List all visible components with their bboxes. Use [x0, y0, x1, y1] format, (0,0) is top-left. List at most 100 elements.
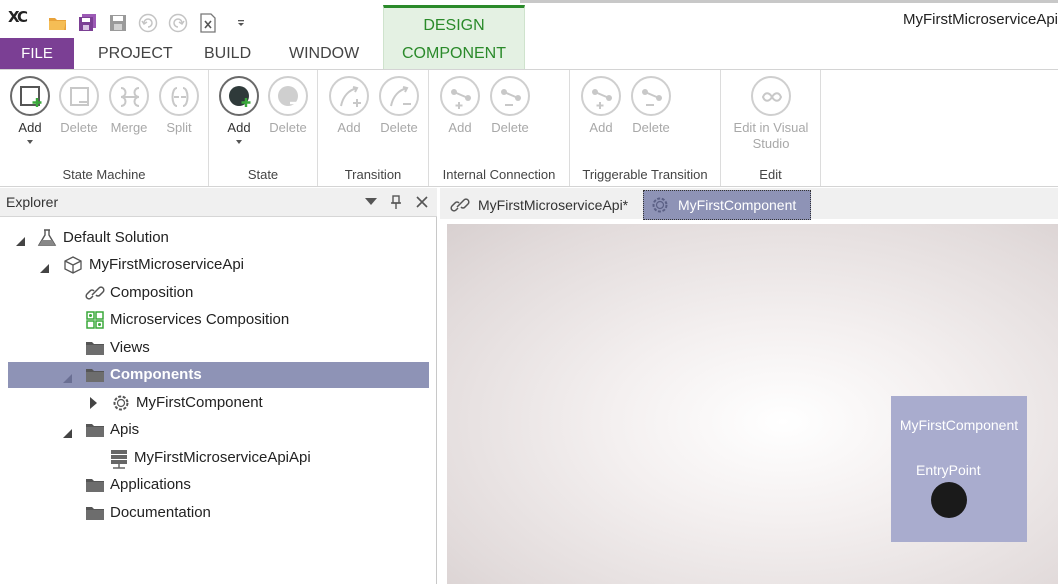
split-icon [159, 76, 199, 116]
pin-icon[interactable] [387, 193, 405, 211]
server-icon [109, 449, 129, 469]
panel-menu-dropdown-icon[interactable] [362, 193, 380, 211]
visual-studio-icon [751, 76, 791, 116]
app-logo: XC [8, 8, 28, 26]
tree-item-views[interactable]: Views [8, 335, 429, 361]
menu-build[interactable]: BUILD [188, 38, 267, 69]
component-node[interactable]: MyFirstComponent EntryPoint [891, 396, 1027, 542]
close-icon[interactable] [413, 193, 431, 211]
delete-triggerable-transition-icon [631, 76, 671, 116]
delete-transition-icon [379, 76, 419, 116]
add-connection-icon [440, 76, 480, 116]
triggerable-transition-add-button[interactable]: Add [578, 76, 624, 136]
customize-dropdown-icon[interactable] [230, 12, 252, 34]
ribbon-group-triggerable-transition: Add Delete Triggerable Transition [570, 70, 721, 186]
state-machine-merge-button[interactable]: Merge [106, 76, 152, 136]
add-state-icon [219, 76, 259, 116]
entry-point-node[interactable] [931, 482, 967, 518]
expanded-arrow-icon[interactable] [63, 370, 72, 388]
tab-my-first-microservice-api[interactable]: MyFirstMicroserviceApi* [448, 190, 634, 220]
ribbon-group-internal-connection: Add Delete Internal Connection [429, 70, 570, 186]
folder-icon [85, 504, 105, 522]
link-icon [85, 284, 105, 302]
delete-connection-icon [490, 76, 530, 116]
tree-item-default-solution[interactable]: Default Solution [8, 225, 429, 251]
ribbon: Add Delete Merge Split State Machine Add… [0, 69, 1058, 187]
tree-item-documentation[interactable]: Documentation [8, 500, 429, 526]
design-group-label: DESIGN [423, 17, 485, 34]
add-state-machine-icon [10, 76, 50, 116]
open-folder-icon[interactable] [47, 12, 69, 34]
edit-in-visual-studio-button[interactable]: Edit in Visual Studio [727, 76, 815, 152]
ribbon-group-edit: Edit in Visual Studio Edit [721, 70, 821, 186]
entry-point-label: EntryPoint [916, 462, 981, 478]
save-all-icon[interactable] [77, 12, 99, 34]
collapsed-arrow-icon[interactable] [90, 396, 98, 414]
solution-flask-icon [37, 229, 57, 247]
component-gear-icon [652, 197, 668, 213]
tree-item-api[interactable]: MyFirstMicroserviceApiApi [8, 445, 429, 471]
ribbon-group-label: Edit [759, 167, 782, 182]
transition-delete-button[interactable]: Delete [376, 76, 422, 136]
package-cube-icon [63, 256, 83, 274]
state-machine-add-button[interactable]: Add [7, 76, 53, 144]
ribbon-group-state-machine: Add Delete Merge Split State Machine [0, 70, 209, 186]
delete-state-machine-icon [59, 76, 99, 116]
menu-file[interactable]: FILE [0, 38, 74, 69]
window-title: MyFirstMicroserviceApi [902, 11, 1058, 28]
folder-icon [85, 476, 105, 494]
ribbon-group-label: State [247, 167, 279, 182]
folder-icon [85, 366, 105, 384]
triggerable-transition-delete-button[interactable]: Delete [628, 76, 674, 136]
close-file-icon[interactable] [197, 12, 219, 34]
component-gear-icon [111, 394, 131, 412]
merge-icon [109, 76, 149, 116]
design-canvas[interactable]: MyFirstComponent EntryPoint [447, 224, 1058, 584]
explorer-title: Explorer [6, 194, 59, 210]
menu-project[interactable]: PROJECT [82, 38, 189, 69]
add-triggerable-transition-icon [581, 76, 621, 116]
tab-my-first-component[interactable]: MyFirstComponent [643, 190, 811, 220]
link-icon [450, 198, 470, 212]
document-tab-strip: MyFirstMicroserviceApi* MyFirstComponent [440, 188, 1058, 221]
tree-item-applications[interactable]: Applications [8, 472, 429, 498]
folder-icon [85, 421, 105, 439]
internal-connection-add-button[interactable]: Add [437, 76, 483, 136]
state-machine-delete-button[interactable]: Delete [56, 76, 102, 136]
chevron-down-icon [236, 140, 242, 144]
redo-icon[interactable] [167, 12, 189, 34]
transition-add-button[interactable]: Add [326, 76, 372, 136]
tree-item-apis[interactable]: Apis [8, 417, 429, 443]
tree-item-microservices-composition[interactable]: Microservices Composition [8, 307, 429, 333]
ribbon-group-label: Internal Connection [442, 167, 556, 182]
title-bar: XC MyFirstMicroserviceApi [0, 0, 1058, 40]
chevron-down-icon [27, 140, 33, 144]
expanded-arrow-icon[interactable] [63, 425, 72, 443]
state-machine-split-button[interactable]: Split [156, 76, 202, 136]
add-transition-icon [329, 76, 369, 116]
ribbon-group-state: Add Delete State [209, 70, 318, 186]
tree-item-project[interactable]: MyFirstMicroserviceApi [8, 252, 429, 278]
expanded-arrow-icon[interactable] [16, 233, 25, 251]
menu-window[interactable]: WINDOW [273, 38, 375, 69]
window-top-border [520, 0, 1058, 3]
component-node-title: MyFirstComponent [899, 417, 1019, 433]
tree-item-components[interactable]: Components [8, 362, 429, 388]
tree-item-composition[interactable]: Composition [8, 280, 429, 306]
state-add-button[interactable]: Add [216, 76, 262, 144]
folder-icon [85, 339, 105, 357]
explorer-panel: Explorer Default Solution MyFirstMicrose… [0, 188, 437, 584]
ribbon-group-transition: Add Delete Transition [318, 70, 429, 186]
tab-component[interactable]: COMPONENT [384, 38, 524, 69]
state-delete-button[interactable]: Delete [265, 76, 311, 136]
tree-item-my-first-component[interactable]: MyFirstComponent [8, 390, 429, 416]
explorer-header: Explorer [0, 188, 437, 217]
expanded-arrow-icon[interactable] [40, 260, 49, 278]
ribbon-group-label: Triggerable Transition [582, 167, 708, 182]
ribbon-group-label: Transition [344, 167, 402, 182]
ribbon-group-label: State Machine [62, 167, 146, 182]
internal-connection-delete-button[interactable]: Delete [487, 76, 533, 136]
delete-state-icon [268, 76, 308, 116]
save-icon[interactable] [107, 12, 129, 34]
undo-icon[interactable] [137, 12, 159, 34]
